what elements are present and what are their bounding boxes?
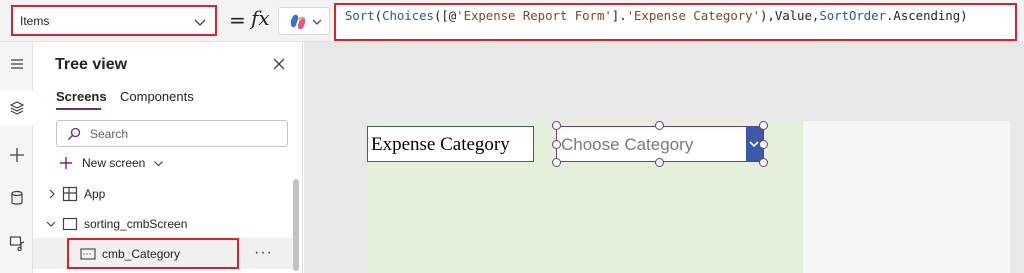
more-options-icon[interactable]: ···: [254, 244, 273, 262]
left-rail: [0, 42, 33, 273]
formula-token: 'Expense Report Form': [456, 8, 612, 23]
resize-handle[interactable]: [552, 121, 561, 130]
app-icon: [62, 186, 78, 202]
search-input[interactable]: Search: [56, 120, 288, 147]
formula-token: ([@: [433, 8, 457, 23]
formula-text: Sort(Choices([@'Expense Report Form'].'E…: [345, 8, 968, 23]
database-icon: [10, 190, 23, 205]
plus-icon: [9, 148, 24, 162]
media-button[interactable]: [0, 226, 33, 260]
tab-screens[interactable]: Screens: [56, 89, 107, 104]
formula-bar: Items = fx Sort(Choices([@'Expense Repor…: [0, 0, 1024, 42]
formula-token: ),: [760, 8, 775, 23]
new-screen-button[interactable]: New screen: [58, 154, 164, 172]
menu-button[interactable]: [0, 47, 33, 81]
resize-handle[interactable]: [759, 121, 768, 130]
scrollbar[interactable]: [293, 179, 299, 271]
tree-item-label: cmb_Category: [102, 247, 181, 261]
highlight-box: cmb_Category: [67, 238, 239, 269]
chevron-down-icon: [154, 160, 164, 166]
tree-item-label: sorting_cmbScreen: [84, 217, 188, 231]
plus-icon: [60, 157, 72, 169]
formula-input[interactable]: Sort(Choices([@'Expense Report Form'].'E…: [334, 3, 1017, 41]
formula-token: SortOrder: [819, 8, 887, 23]
app-screen: Expense Category Choose Category: [367, 121, 1010, 273]
layers-icon: [9, 101, 24, 115]
tree-view-button[interactable]: [0, 91, 33, 125]
tree-view-panel: Tree view Screens Components Search New …: [33, 42, 303, 273]
resize-handle[interactable]: [759, 158, 768, 167]
chevron-down-icon[interactable]: [46, 219, 56, 229]
active-tab-indicator: [56, 108, 101, 110]
resize-handle[interactable]: [655, 158, 664, 167]
chevron-right-icon[interactable]: [47, 189, 57, 199]
category-combobox[interactable]: Choose Category: [556, 126, 764, 162]
formula-token: 'Expense Category': [626, 8, 760, 23]
search-placeholder: Search: [90, 127, 129, 141]
formula-token: .Ascending): [886, 8, 968, 23]
tree-item-screen[interactable]: sorting_cmbScreen: [33, 209, 293, 239]
combobox-placeholder: Choose Category: [561, 135, 694, 154]
copilot-icon: [290, 14, 306, 30]
screen-icon: [62, 217, 78, 231]
formula-token: Choices: [382, 8, 434, 23]
expense-category-label[interactable]: Expense Category: [367, 126, 534, 162]
chevron-down-icon: [194, 19, 206, 26]
combobox-icon: [80, 248, 96, 260]
equals-sign: =: [229, 8, 246, 32]
property-value: Items: [20, 14, 50, 28]
canvas-area: Expense Category Choose Category: [304, 42, 1024, 273]
tree-item-label: App: [84, 187, 106, 201]
resize-handle[interactable]: [655, 121, 664, 130]
resize-handle[interactable]: [552, 140, 561, 149]
tree-item-combobox[interactable]: cmb_Category ···: [33, 238, 293, 269]
copilot-button[interactable]: [278, 7, 330, 35]
label-text: Expense Category: [371, 134, 510, 155]
formula-token: (: [374, 8, 383, 23]
media-icon: [9, 236, 24, 251]
tree-item-app[interactable]: App: [33, 179, 293, 209]
tab-components[interactable]: Components: [120, 89, 194, 104]
formula-token: Value: [774, 8, 812, 23]
chevron-down-icon: [312, 19, 322, 25]
insert-button[interactable]: [0, 138, 33, 172]
formula-token: ].: [611, 8, 627, 23]
data-button[interactable]: [0, 181, 33, 215]
resize-handle[interactable]: [759, 140, 768, 149]
property-dropdown[interactable]: Items: [11, 5, 217, 36]
resize-handle[interactable]: [552, 158, 561, 167]
new-screen-label: New screen: [82, 156, 146, 170]
close-icon[interactable]: [272, 57, 286, 71]
panel-title: Tree view: [55, 56, 128, 73]
search-icon: [68, 127, 81, 140]
formula-token: Sort: [345, 8, 375, 23]
hamburger-icon: [10, 59, 23, 69]
fx-icon[interactable]: fx: [251, 6, 270, 30]
